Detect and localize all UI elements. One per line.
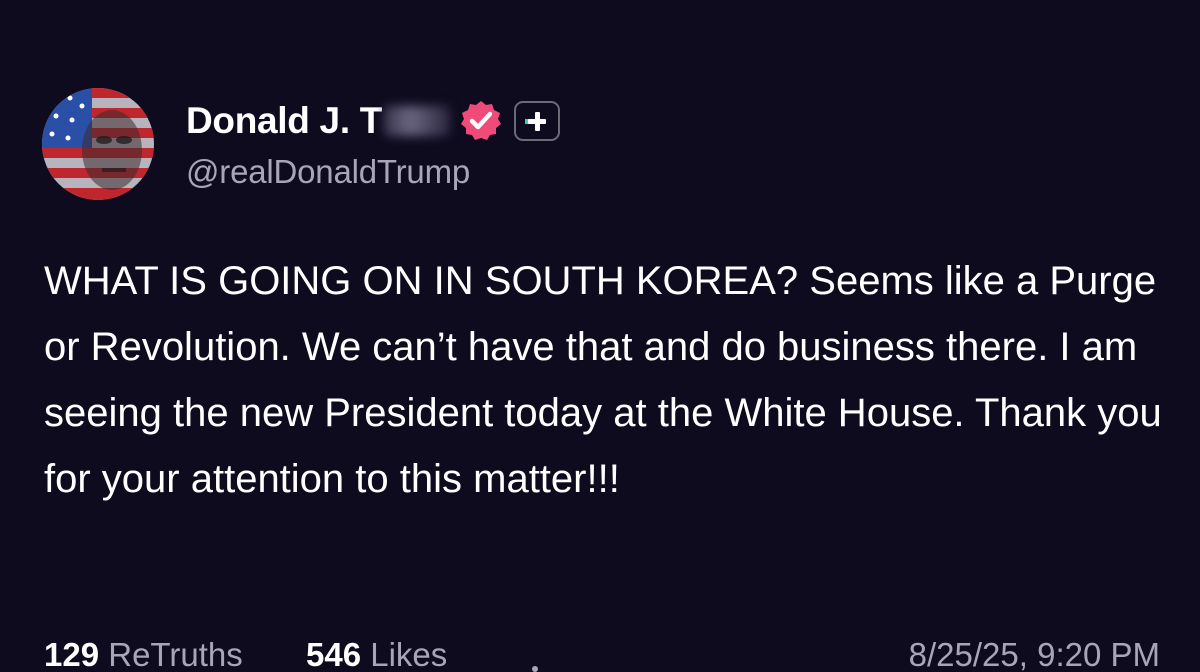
plus-badge-icon (514, 101, 561, 141)
verified-badge-icon (461, 101, 502, 140)
retruths-count: 129 (44, 636, 100, 672)
post-timestamp[interactable]: 8/25/25, 9:20 PM (909, 636, 1160, 672)
likes-label: Likes (370, 636, 448, 672)
truth-social-post: Donald J. T @realDonaldTrump WHAT IS GOI… (0, 0, 1200, 672)
flag-portrait-avatar (42, 88, 154, 200)
post-content: WHAT IS GOING ON IN SOUTH KOREA? Seems l… (44, 259, 1162, 501)
likes-stat[interactable]: 546 Likes (306, 636, 447, 672)
author-name-row: Donald J. T (186, 98, 561, 144)
author-handle[interactable]: @realDonaldTrump (186, 153, 470, 191)
post-footer: 129 ReTruths 546 Likes 8/25/25, 9:20 PM (44, 636, 1164, 672)
author-display-name[interactable]: Donald J. T (186, 100, 382, 142)
retruths-label: ReTruths (108, 636, 243, 672)
author-avatar[interactable] (42, 88, 154, 200)
likes-count: 546 (306, 636, 362, 672)
separator-dot (532, 666, 538, 672)
redacted-name-blur (384, 106, 451, 136)
retruths-stat[interactable]: 129 ReTruths (44, 636, 243, 672)
